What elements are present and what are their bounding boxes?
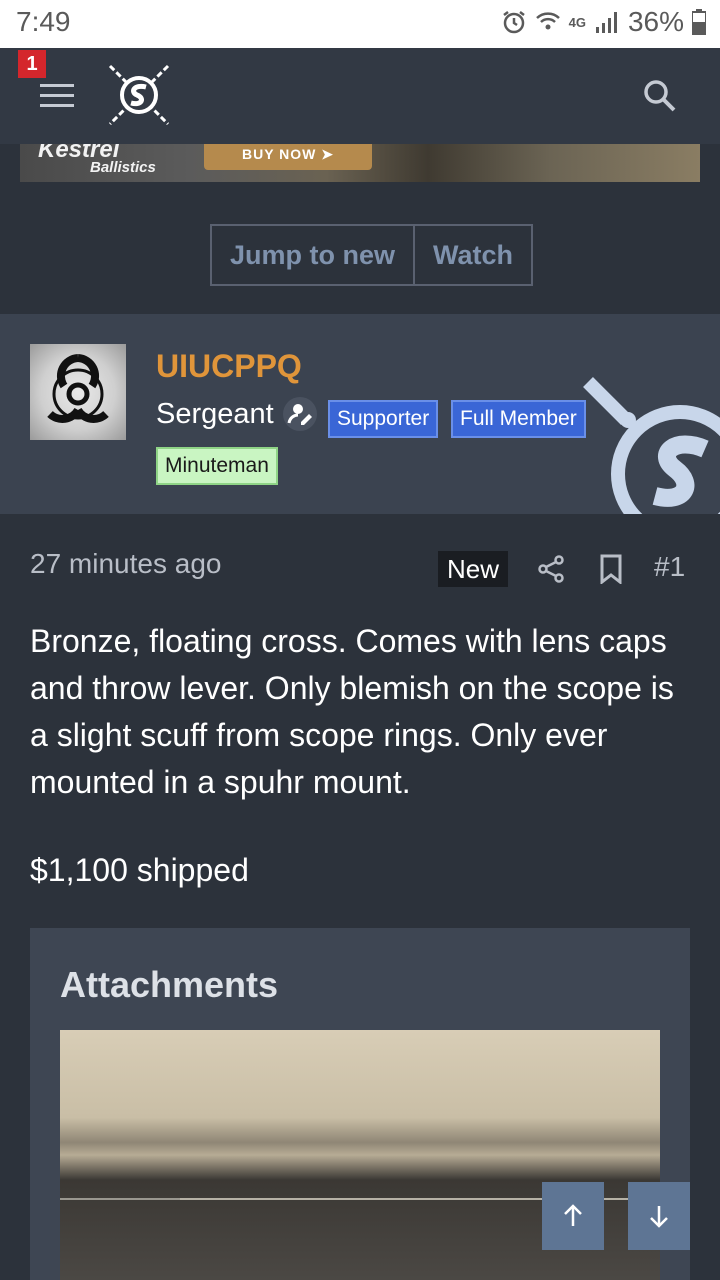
jump-to-new-button[interactable]: Jump to new — [212, 226, 413, 284]
minuteman-badge: Minuteman — [156, 447, 278, 485]
ad-banner[interactable]: Kestrel Ballistics BUY NOW ➤ — [20, 144, 700, 182]
bookmark-icon[interactable] — [598, 554, 624, 584]
search-icon[interactable] — [642, 78, 678, 114]
post-number-link[interactable]: #1 — [654, 551, 685, 583]
ad-brand: Kestrel Ballistics — [38, 144, 156, 175]
status-time: 7:49 — [16, 6, 71, 37]
battery-icon — [692, 9, 706, 35]
new-badge: New — [438, 551, 508, 587]
site-logo-icon[interactable] — [106, 62, 172, 128]
share-icon[interactable] — [536, 554, 566, 584]
wifi-icon — [535, 12, 560, 30]
app-header: 1 — [0, 48, 720, 144]
alarm-icon — [502, 11, 525, 34]
notification-badge[interactable]: 1 — [18, 50, 46, 78]
full-member-badge: Full Member — [451, 400, 586, 438]
post-user-header: UIUCPPQ Sergeant Supporter Full Member M… — [0, 314, 720, 514]
post-body: Bronze, floating cross. Comes with lens … — [30, 623, 674, 800]
ad-buy-now-button[interactable]: BUY NOW ➤ — [204, 144, 372, 170]
hamburger-menu-icon[interactable] — [40, 84, 74, 108]
post-time[interactable]: 27 minutes ago — [30, 548, 221, 580]
watch-button[interactable]: Watch — [413, 226, 531, 284]
battery-percent: 36% — [627, 6, 684, 37]
post-price: $1,100 shipped — [30, 852, 249, 888]
status-icons: 4G 36% — [501, 6, 706, 38]
attachments-title: Attachments — [60, 964, 279, 1005]
network-type: 4G — [568, 14, 586, 30]
arrow-up-icon — [564, 1204, 582, 1226]
status-bar: 7:49 4G 36% — [0, 0, 720, 48]
thread-action-buttons: Jump to new Watch — [210, 224, 534, 286]
signal-icon — [595, 12, 617, 33]
scroll-down-button[interactable] — [628, 1182, 690, 1250]
user-avatar[interactable] — [30, 344, 126, 440]
ad-brand-line2: Ballistics — [90, 159, 156, 176]
post-username[interactable]: UIUCPPQ — [156, 348, 302, 385]
user-rank-icon — [283, 397, 317, 431]
supporter-badge: Supporter — [328, 400, 439, 438]
watermark-logo-icon — [583, 377, 720, 514]
arrow-down-icon — [650, 1206, 668, 1228]
user-rank: Sergeant — [156, 398, 274, 430]
scroll-up-button[interactable] — [542, 1182, 604, 1250]
